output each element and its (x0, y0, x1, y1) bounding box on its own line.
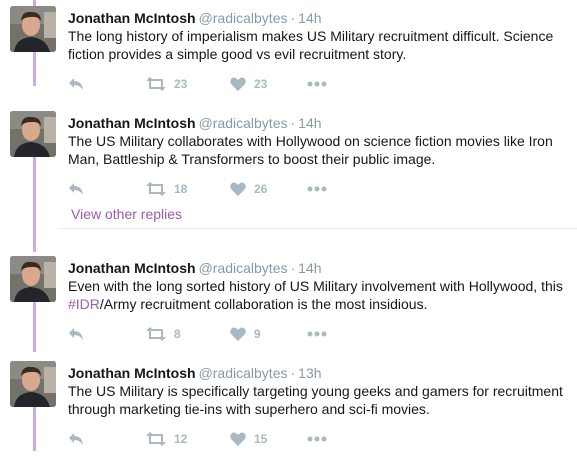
retweet-count: 18 (174, 182, 188, 196)
retweet-icon (146, 327, 166, 341)
more-button[interactable] (307, 429, 327, 449)
author-name[interactable]: Jonathan McIntosh (68, 365, 196, 381)
more-button[interactable] (307, 74, 327, 94)
avatar-photo (10, 6, 56, 52)
tweet[interactable]: Jonathan McIntosh @radicalbytes · 13h The U… (0, 361, 577, 461)
tweet-text-tail: /Army recruitment collaboration is the m… (99, 296, 428, 312)
reply-icon (69, 183, 83, 195)
avatar[interactable] (10, 111, 56, 157)
divider (58, 228, 577, 229)
reply-icon (69, 433, 83, 445)
tweet-header: Jonathan McIntosh @radicalbytes · 14h (68, 9, 322, 27)
tweet-actions: 8 9 (68, 324, 368, 344)
retweet-button[interactable]: 8 (146, 324, 181, 344)
separator: · (290, 115, 296, 131)
author-handle[interactable]: @radicalbytes (199, 365, 288, 381)
heart-icon (230, 432, 246, 446)
more-dots-icon (307, 186, 327, 192)
separator: · (290, 10, 296, 26)
reply-button[interactable] (68, 179, 84, 199)
retweet-count: 23 (174, 77, 188, 91)
retweet-count: 12 (174, 432, 188, 446)
like-button[interactable]: 15 (230, 429, 267, 449)
tweet-header: Jonathan McIntosh @radicalbytes · 14h (68, 259, 322, 277)
view-other-replies-link[interactable]: View other replies (71, 205, 182, 223)
tweet-text: The US Military is specifically targetin… (68, 382, 573, 418)
heart-icon (230, 182, 246, 196)
like-count: 26 (254, 182, 268, 196)
timestamp[interactable]: 14h (298, 260, 321, 276)
like-button[interactable]: 26 (230, 179, 267, 199)
more-button[interactable] (307, 179, 327, 199)
like-count: 15 (254, 432, 268, 446)
avatar-photo (10, 256, 56, 302)
tweet[interactable]: Jonathan McIntosh @radicalbytes · 14h The U… (0, 111, 577, 211)
tweet-header: Jonathan McIntosh @radicalbytes · 13h (68, 364, 322, 382)
avatar[interactable] (10, 256, 56, 302)
tweet-actions: 23 23 (68, 74, 368, 94)
author-handle[interactable]: @radicalbytes (199, 260, 288, 276)
separator: · (290, 365, 296, 381)
avatar[interactable] (10, 6, 56, 52)
tweet-text-body: The US Military collaborates with Hollyw… (68, 133, 553, 167)
like-button[interactable]: 23 (230, 74, 267, 94)
tweet-text-body: The US Military is specifically targetin… (68, 383, 563, 417)
tweet-text: The long history of imperialism makes US… (68, 27, 573, 63)
tweet-text-body: The long history of imperialism makes US… (68, 28, 554, 62)
author-handle[interactable]: @radicalbytes (199, 10, 288, 26)
timestamp[interactable]: 13h (298, 365, 321, 381)
heart-icon (230, 327, 246, 341)
separator: · (290, 260, 296, 276)
reply-button[interactable] (68, 429, 84, 449)
avatar-photo (10, 111, 56, 157)
author-name[interactable]: Jonathan McIntosh (68, 115, 196, 131)
like-count: 23 (254, 77, 268, 91)
like-button[interactable]: 9 (230, 324, 261, 344)
retweet-button[interactable]: 12 (146, 429, 187, 449)
retweet-icon (146, 432, 166, 446)
tweet-header: Jonathan McIntosh @radicalbytes · 14h (68, 114, 322, 132)
retweet-count: 8 (174, 327, 181, 341)
reply-button[interactable] (68, 324, 84, 344)
avatar-photo (10, 361, 56, 407)
tweet-actions: 18 26 (68, 179, 368, 199)
heart-icon (230, 77, 246, 91)
author-handle[interactable]: @radicalbytes (199, 115, 288, 131)
author-name[interactable]: Jonathan McIntosh (68, 260, 196, 276)
tweet-text-body: Even with the long sorted history of US … (68, 278, 563, 294)
hashtag-link[interactable]: #IDR (68, 296, 100, 312)
timestamp[interactable]: 14h (298, 115, 321, 131)
reply-button[interactable] (68, 74, 84, 94)
retweet-icon (146, 182, 166, 196)
tweet-actions: 12 15 (68, 429, 368, 449)
reply-icon (69, 328, 83, 340)
reply-icon (69, 78, 83, 90)
retweet-icon (146, 77, 166, 91)
more-dots-icon (307, 436, 327, 442)
author-name[interactable]: Jonathan McIntosh (68, 10, 196, 26)
retweet-button[interactable]: 18 (146, 179, 187, 199)
timestamp[interactable]: 14h (298, 10, 321, 26)
retweet-button[interactable]: 23 (146, 74, 187, 94)
like-count: 9 (254, 327, 261, 341)
more-dots-icon (307, 331, 327, 337)
tweet-text: The US Military collaborates with Hollyw… (68, 132, 573, 168)
tweet-text: Even with the long sorted history of US … (68, 277, 573, 313)
avatar[interactable] (10, 361, 56, 407)
tweet[interactable]: Jonathan McIntosh @radicalbytes · 14h The l… (0, 6, 577, 106)
tweet[interactable]: Jonathan McIntosh @radicalbytes · 14h Even … (0, 256, 577, 356)
more-button[interactable] (307, 324, 327, 344)
more-dots-icon (307, 81, 327, 87)
